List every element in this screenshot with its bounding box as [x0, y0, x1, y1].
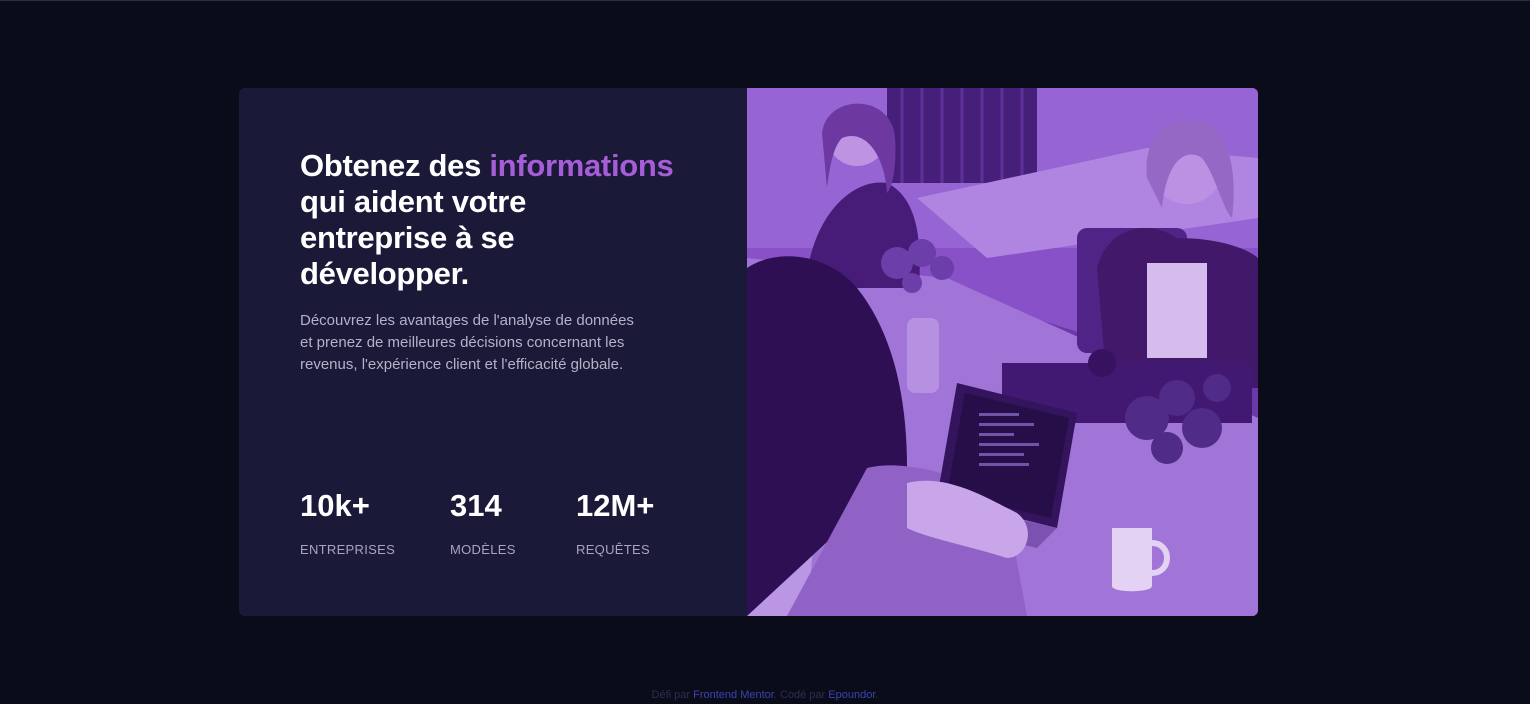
frontend-mentor-link[interactable]: Frontend Mentor: [693, 689, 774, 701]
stat-value: 10k+: [300, 488, 370, 523]
attribution-footer: Défi par Frontend Mentor. Codé par Epoun…: [0, 687, 1530, 703]
office-photo: [747, 88, 1258, 616]
stats-row: 10k+ ENTREPRISES 314 MODÈLES 12M+ REQUÊT…: [300, 488, 696, 557]
stat-value: 12M+: [576, 488, 655, 523]
stat-label: ENTREPRISES: [300, 542, 396, 557]
card-content: Obtenez des informations qui aident votr…: [239, 88, 747, 616]
office-photo-illustration: [747, 88, 1258, 616]
stat-companies: 10k+ ENTREPRISES: [300, 488, 450, 557]
footer-prefix: Défi par: [651, 689, 691, 701]
stat-queries: 12M+ REQUÊTES: [576, 488, 696, 557]
headline-accent-word: informations: [489, 148, 674, 183]
footer-suffix: .: [875, 689, 879, 701]
headline-text-end: qui aident votre entreprise à se dévelop…: [300, 184, 527, 291]
card-description: Découvrez les avantages de l'analyse de …: [300, 312, 634, 373]
author-link[interactable]: Epoundor: [828, 689, 875, 701]
stat-value: 314: [450, 488, 502, 523]
headline-text-start: Obtenez des: [300, 148, 482, 183]
footer-middle: . Codé par: [773, 689, 826, 701]
stat-label: REQUÊTES: [576, 542, 650, 557]
stat-templates: 314 MODÈLES: [450, 488, 576, 557]
top-border: [0, 0, 1530, 1]
stat-label: MODÈLES: [450, 542, 516, 557]
card-headline: Obtenez des informations qui aident votr…: [300, 148, 680, 292]
stats-preview-card: Obtenez des informations qui aident votr…: [239, 88, 1258, 616]
